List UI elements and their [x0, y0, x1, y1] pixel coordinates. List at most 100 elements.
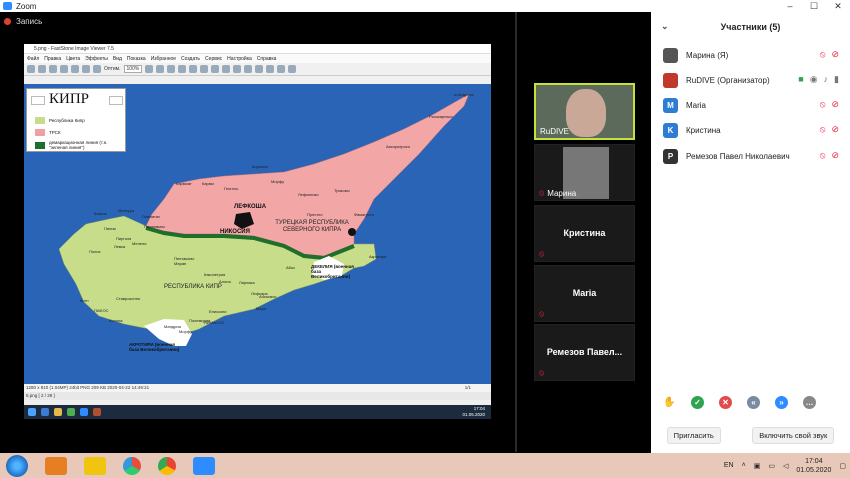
avatar: [663, 72, 678, 88]
menu-item[interactable]: Показка: [127, 56, 146, 62]
draw-icon[interactable]: [211, 65, 220, 73]
menu-item[interactable]: Файл: [27, 56, 39, 62]
legend-label: ТРСК: [49, 130, 61, 135]
video-tile[interactable]: ⦸ Марина: [534, 144, 635, 201]
close-button[interactable]: ✕: [826, 0, 850, 12]
video-tile[interactable]: Maria ⦸: [534, 265, 635, 322]
city-label: Мари: [256, 306, 267, 311]
participant-status: ■ ◉ ♪ ▮: [798, 74, 839, 85]
chevron-down-icon[interactable]: ⌄: [661, 21, 669, 32]
video-icon: ◉: [809, 74, 818, 84]
city-label: Полис: [89, 249, 101, 254]
city-label: ЛИМАСОЛ: [204, 320, 224, 325]
zoom-icon[interactable]: [80, 408, 88, 416]
slideshow-icon[interactable]: [233, 65, 242, 73]
menu-item[interactable]: Сервис: [205, 56, 222, 62]
menu-item[interactable]: Эффекты: [85, 56, 108, 62]
compare-icon[interactable]: [222, 65, 231, 73]
tile-center-name: Ремезов Павел...: [546, 347, 623, 357]
email-icon[interactable]: [266, 65, 275, 73]
participant-name: Maria: [686, 100, 707, 110]
city-label: Пиния: [104, 226, 116, 231]
unmute-button[interactable]: Включить свой звук: [752, 427, 835, 444]
clock-time: 17:04: [805, 457, 823, 465]
city-label: Епископи: [209, 309, 227, 314]
participant-status: ⦸ ⊘: [820, 99, 839, 110]
video-tile[interactable]: Ремезов Павел... ⦸: [534, 324, 635, 381]
panel-title: Участники (5): [720, 22, 781, 32]
more-icon[interactable]: …: [803, 396, 816, 409]
mic-muted-icon: ⦸: [539, 309, 545, 318]
split-divider[interactable]: [515, 12, 517, 452]
resize-icon[interactable]: [178, 65, 187, 73]
fit-label[interactable]: Оптим.: [104, 66, 121, 72]
prev-icon[interactable]: [49, 65, 57, 73]
zoom-in-icon[interactable]: [71, 65, 79, 73]
menu-item[interactable]: Избранное: [151, 56, 176, 62]
recording-indicator: Запись: [4, 17, 42, 26]
zoom-select[interactable]: 100%: [123, 65, 143, 73]
city-label: Пирголя: [116, 236, 132, 241]
maximize-button[interactable]: ☐: [802, 0, 826, 12]
participant-row[interactable]: M Maria ⦸ ⊘: [663, 96, 843, 114]
chrome-icon[interactable]: [158, 456, 176, 475]
minimize-button[interactable]: –: [778, 0, 802, 12]
video-tile[interactable]: RuDIVE: [534, 83, 635, 140]
city-label: Лимнитис: [142, 214, 161, 219]
menu-item[interactable]: Настройка: [227, 56, 252, 62]
zoom-out-icon[interactable]: [82, 65, 90, 73]
menu-item[interactable]: Цвета: [66, 56, 80, 62]
start-icon[interactable]: [28, 408, 36, 416]
avatar: K: [663, 122, 678, 138]
notifications-icon[interactable]: ▢: [839, 462, 846, 470]
menu-item[interactable]: Справка: [257, 56, 277, 62]
media-player-icon[interactable]: [45, 456, 67, 475]
legend-swatch: [35, 117, 45, 124]
menu-item[interactable]: Вид: [113, 56, 122, 62]
participant-name: Марина (Я): [686, 50, 729, 60]
no-icon[interactable]: ✕: [719, 396, 732, 409]
viewer-app-icon[interactable]: [93, 408, 101, 416]
city-label: Пентакомо: [174, 256, 195, 261]
clock[interactable]: 17:04 01.05.2020: [796, 457, 831, 475]
start-icon[interactable]: [6, 454, 28, 477]
browse-icon[interactable]: [38, 65, 46, 73]
zoom-app-icon[interactable]: [193, 456, 215, 475]
faster-icon[interactable]: »: [775, 396, 788, 409]
file-explorer-icon[interactable]: [84, 456, 106, 475]
print-icon[interactable]: [255, 65, 264, 73]
open-icon[interactable]: [27, 65, 35, 73]
settings-icon[interactable]: [288, 65, 297, 73]
slower-icon[interactable]: «: [747, 396, 760, 409]
effects-icon[interactable]: [200, 65, 209, 73]
battery-icon[interactable]: ▭: [768, 462, 775, 470]
network-icon[interactable]: ▣: [754, 462, 761, 470]
invite-button[interactable]: Пригласить: [666, 427, 721, 444]
participant-row[interactable]: Марина (Я) ⦸ ⊘: [663, 46, 843, 64]
delete-icon[interactable]: [277, 65, 286, 73]
chrome-icon[interactable]: [67, 408, 75, 416]
menu-item[interactable]: Правка: [44, 56, 61, 62]
save-icon[interactable]: [244, 65, 253, 73]
legend-label: демаркационная линия (т.н. "зеленая лини…: [49, 140, 108, 150]
lefkosha-label: ЛЕФКОША: [234, 204, 267, 210]
menu-item[interactable]: Создать: [181, 56, 200, 62]
raise-hand-icon[interactable]: ✋: [663, 396, 676, 409]
tray-arrow-icon[interactable]: ˄: [742, 462, 746, 469]
rotate-icon[interactable]: [145, 65, 154, 73]
lang-indicator[interactable]: EN: [724, 462, 734, 469]
participant-row[interactable]: RuDIVE (Организатор) ■ ◉ ♪ ▮: [663, 71, 843, 89]
color-icon[interactable]: [189, 65, 198, 73]
volume-icon[interactable]: ◁: [783, 462, 788, 470]
video-tile[interactable]: Кристина ⦸: [534, 205, 635, 262]
explorer-icon[interactable]: [54, 408, 62, 416]
actual-size-icon[interactable]: [93, 65, 101, 73]
participant-row[interactable]: P Ремезов Павел Николаевич ⦸ ⊘: [663, 147, 843, 165]
participant-row[interactable]: K Кристина ⦸ ⊘: [663, 121, 843, 139]
next-icon[interactable]: [60, 65, 68, 73]
rotate-icon[interactable]: [156, 65, 165, 73]
edge-icon[interactable]: [41, 408, 49, 416]
crop-icon[interactable]: [167, 65, 176, 73]
yes-icon[interactable]: ✓: [691, 396, 704, 409]
photos-icon[interactable]: [123, 456, 141, 475]
